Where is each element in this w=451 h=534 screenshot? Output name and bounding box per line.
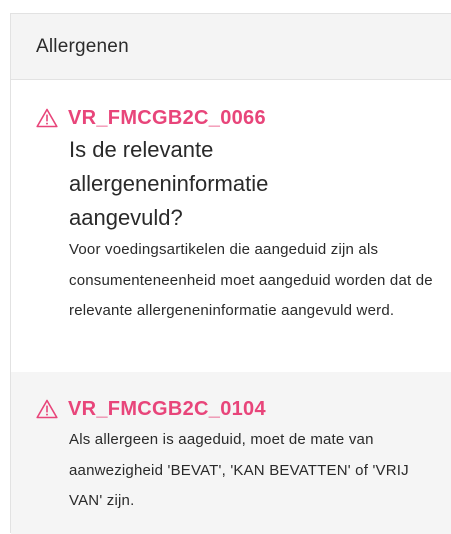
allergens-panel: Allergenen VR_FMCGB2C_0066 Is de relevan… bbox=[10, 13, 451, 534]
validation-rule-item: VR_FMCGB2C_0104 Als allergeen is aagedui… bbox=[11, 372, 451, 534]
rule-id-line: VR_FMCGB2C_0104 bbox=[36, 396, 439, 422]
panel-title: Allergenen bbox=[36, 35, 129, 57]
rule-id: VR_FMCGB2C_0066 bbox=[68, 106, 266, 129]
rule-id: VR_FMCGB2C_0104 bbox=[68, 397, 266, 420]
warning-triangle-icon bbox=[36, 108, 58, 128]
warning-triangle-icon bbox=[36, 399, 58, 419]
validation-rule-item: VR_FMCGB2C_0066 Is de relevante allergen… bbox=[11, 80, 451, 372]
rule-description: Voor voedingsartikelen die aangeduid zij… bbox=[69, 241, 433, 319]
rule-id-line: VR_FMCGB2C_0066 bbox=[36, 105, 439, 131]
rule-description: Als allergeen is aageduid, moet de mate … bbox=[69, 431, 409, 509]
rule-question: Is de relevante allergeneninformatie aan… bbox=[69, 137, 269, 230]
panel-header: Allergenen bbox=[11, 14, 451, 80]
